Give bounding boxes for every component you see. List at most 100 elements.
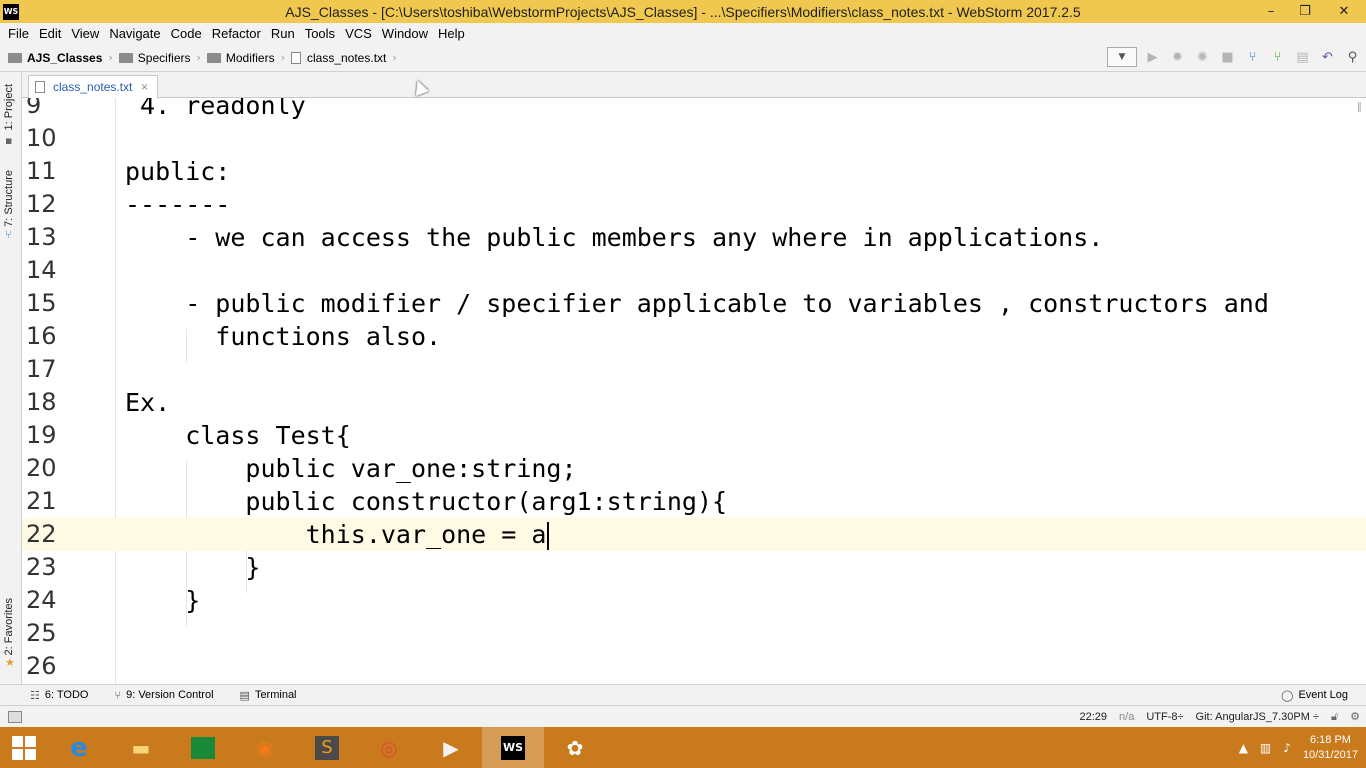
favorites-tool-tab[interactable]: 2: Favorites — [3, 598, 15, 655]
close-tab-icon[interactable]: × — [140, 82, 148, 93]
menu-navigate[interactable]: Navigate — [104, 26, 165, 41]
store-taskbar-icon[interactable] — [172, 727, 234, 768]
code-line[interactable]: 21 public constructor(arg1:string){ — [22, 485, 1366, 518]
git-branch[interactable]: Git: AngularJS_7.30PM ÷ — [1196, 711, 1319, 723]
inspector-icon[interactable]: ⚙ — [1350, 710, 1360, 723]
settings-taskbar-icon[interactable]: ✿ — [544, 727, 606, 768]
breadcrumb-specifiers[interactable]: Specifiers › — [118, 51, 201, 65]
event-log-tool-tab[interactable]: ◯ Event Log — [1281, 689, 1348, 702]
menu-run[interactable]: Run — [266, 26, 300, 41]
tool-window-bar: ☷ 6: TODO ⑂ 9: Version Control ▤ Termina… — [0, 684, 1366, 705]
revert-icon[interactable]: ↶ — [1318, 48, 1337, 67]
code-text[interactable]: this.var_one = a — [125, 518, 550, 551]
code-text[interactable]: public var_one:string; — [125, 452, 576, 485]
coverage-icon[interactable]: ✺ — [1193, 48, 1212, 67]
code-text[interactable]: Ex. — [125, 386, 170, 419]
caret-position[interactable]: 22:29 — [1080, 711, 1108, 723]
chevron-up-icon[interactable]: ▲ — [1239, 741, 1248, 755]
code-text[interactable]: } — [125, 584, 200, 617]
chevron-right-icon: › — [280, 51, 285, 64]
code-line[interactable]: 22 this.var_one = a — [22, 518, 1366, 551]
file-encoding[interactable]: UTF-8÷ — [1146, 711, 1183, 723]
code-text[interactable]: public: — [125, 155, 230, 188]
code-line[interactable]: 13 - we can access the public members an… — [22, 221, 1366, 254]
folder-icon — [206, 52, 221, 63]
todo-tool-tab[interactable]: ☷ 6: TODO — [30, 689, 88, 702]
status-widgets: 22:29 n/a UTF-8÷ Git: AngularJS_7.30PM ÷… — [1080, 710, 1360, 724]
media-player-taskbar-icon[interactable]: ▶ — [420, 727, 482, 768]
code-line[interactable]: 24 } — [22, 584, 1366, 617]
line-separator-status[interactable]: n/a — [1119, 711, 1134, 723]
code-text[interactable]: class Test{ — [125, 419, 351, 452]
code-text[interactable]: 4. readonly — [125, 98, 306, 122]
breadcrumb-modifiers[interactable]: Modifiers › — [206, 51, 285, 65]
code-line[interactable]: 19 class Test{ — [22, 419, 1366, 452]
terminal-tool-tab[interactable]: ▤ Terminal — [240, 689, 297, 702]
minimize-button[interactable]: – — [1254, 0, 1288, 23]
vcs-commit-icon[interactable]: ⑂ — [1268, 48, 1287, 67]
start-button[interactable] — [0, 727, 48, 768]
code-line[interactable]: 9 4. readonly — [22, 98, 1366, 122]
menu-help[interactable]: Help — [433, 26, 470, 41]
network-icon[interactable]: ▥ — [1260, 741, 1271, 755]
code-text[interactable]: - public modifier / specifier applicable… — [125, 287, 1269, 320]
structure-tool-tab[interactable]: 7: Structure — [3, 170, 15, 227]
line-number: 14 — [26, 256, 57, 284]
breadcrumb-file[interactable]: class_notes.txt › — [290, 50, 397, 65]
search-icon[interactable]: ⚲ — [1343, 48, 1362, 67]
code-line[interactable]: 17 — [22, 353, 1366, 386]
code-line[interactable]: 20 public var_one:string; — [22, 452, 1366, 485]
event-log-label: Event Log — [1298, 689, 1348, 701]
volume-icon[interactable]: ♪ — [1283, 741, 1291, 755]
sublime-text-taskbar-icon[interactable]: S — [296, 727, 358, 768]
code-text[interactable]: } — [125, 551, 260, 584]
breadcrumb-project[interactable]: AJS_Classes › — [8, 51, 113, 65]
code-line[interactable]: 26 — [22, 650, 1366, 683]
code-line[interactable]: 16 functions also. — [22, 320, 1366, 353]
version-control-tool-tab[interactable]: ⑂ 9: Version Control — [114, 689, 213, 702]
stop-icon[interactable]: ■ — [1218, 48, 1237, 67]
close-button[interactable]: ✕ — [1322, 0, 1366, 23]
chevron-right-icon: › — [392, 51, 397, 64]
menu-vcs[interactable]: VCS — [340, 26, 377, 41]
vcs-update-icon[interactable]: ⑂ — [1243, 48, 1262, 67]
code-line[interactable]: 12 ------- — [22, 188, 1366, 221]
debug-icon[interactable]: ✹ — [1168, 48, 1187, 67]
code-line[interactable]: 11 public: — [22, 155, 1366, 188]
chrome-taskbar-icon[interactable]: ◎ — [358, 727, 420, 768]
menu-window[interactable]: Window — [377, 26, 433, 41]
code-line[interactable]: 15 - public modifier / specifier applica… — [22, 287, 1366, 320]
internet-explorer-taskbar-icon[interactable]: e — [48, 727, 110, 768]
breadcrumb-file-label: class_notes.txt — [306, 50, 387, 65]
code-text[interactable]: functions also. — [125, 320, 441, 353]
menu-code[interactable]: Code — [166, 26, 207, 41]
webstorm-app-icon[interactable]: WS — [3, 3, 19, 20]
menu-refactor[interactable]: Refactor — [207, 26, 266, 41]
tab-class-notes[interactable]: class_notes.txt × — [28, 75, 158, 98]
code-text[interactable]: ------- — [125, 188, 230, 221]
code-line[interactable]: 10 — [22, 122, 1366, 155]
system-clock[interactable]: 6:18 PM 10/31/2017 — [1303, 733, 1358, 763]
menu-tools[interactable]: Tools — [300, 26, 340, 41]
webstorm-taskbar-icon[interactable]: WS — [482, 727, 544, 768]
code-line[interactable]: 14 — [22, 254, 1366, 287]
line-number: 23 — [26, 553, 57, 581]
code-text[interactable]: public constructor(arg1:string){ — [125, 485, 727, 518]
project-tool-tab[interactable]: 1: Project — [3, 84, 15, 130]
menu-view[interactable]: View — [66, 26, 104, 41]
run-icon[interactable]: ▶ — [1143, 48, 1162, 67]
code-line[interactable]: 23 } — [22, 551, 1366, 584]
tool-windows-toggle-icon[interactable] — [8, 710, 22, 723]
file-explorer-taskbar-icon[interactable]: ▬ — [110, 727, 172, 768]
firefox-taskbar-icon[interactable]: ◉ — [234, 727, 296, 768]
lock-icon[interactable]: 🔓︎ — [1331, 710, 1338, 724]
menu-file[interactable]: File — [3, 26, 34, 41]
code-text[interactable]: - we can access the public members any w… — [125, 221, 1103, 254]
restore-button[interactable]: ❐ — [1288, 0, 1322, 23]
menu-edit[interactable]: Edit — [34, 26, 66, 41]
run-configuration-dropdown[interactable]: ▼ — [1107, 47, 1137, 67]
vcs-history-icon[interactable]: ▤ — [1293, 48, 1312, 67]
code-line[interactable]: 18 Ex. — [22, 386, 1366, 419]
code-line[interactable]: 25 — [22, 617, 1366, 650]
code-editor[interactable]: 9 4. readonly 10 11 public: 12 ------- 13 - we… — [22, 98, 1366, 684]
